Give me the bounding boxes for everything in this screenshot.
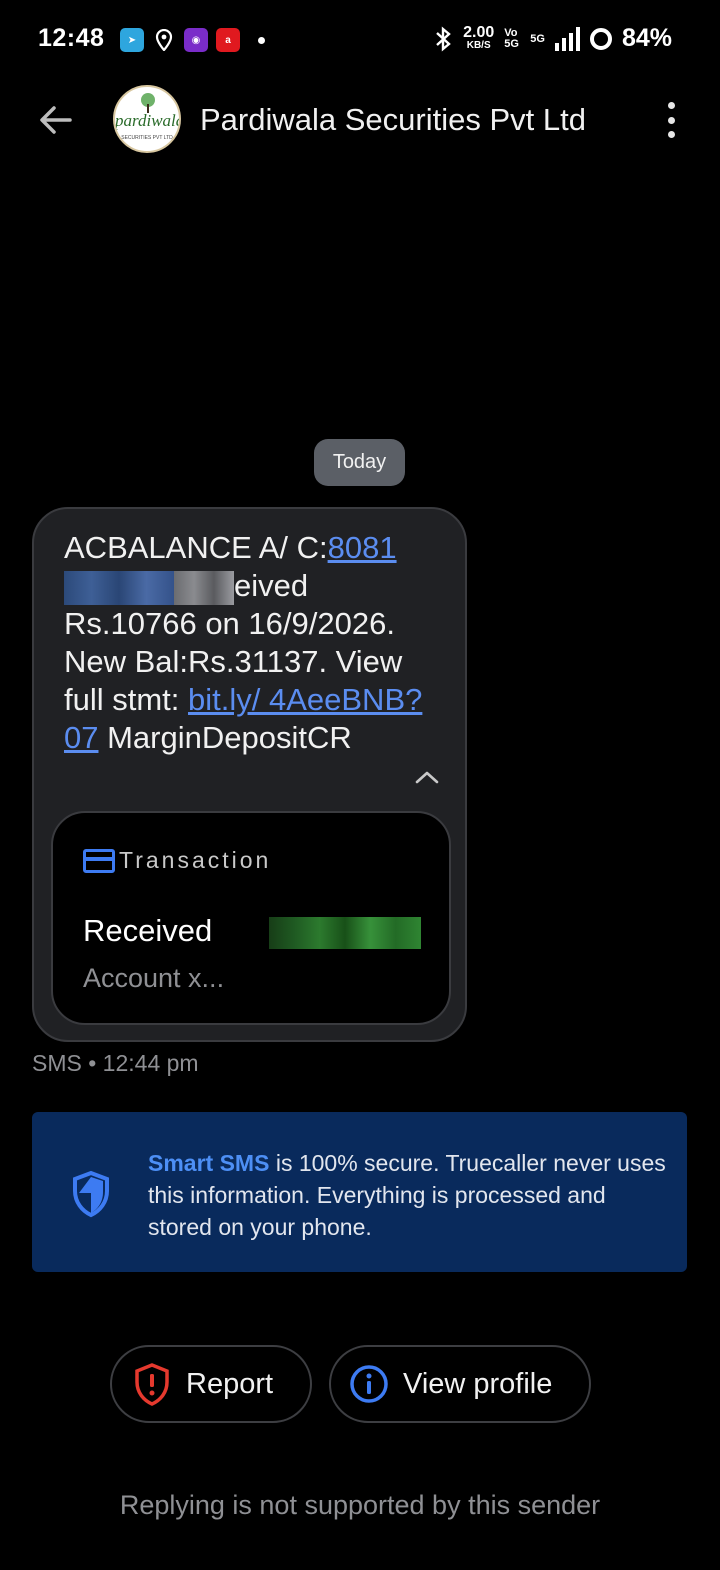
telegram-icon: ➤ <box>120 28 144 52</box>
date-chip: Today <box>314 439 405 486</box>
net-speed: 2.00 KB/S <box>463 23 495 52</box>
volte-label: Vo 5G <box>504 26 519 50</box>
report-shield-icon <box>135 1363 169 1406</box>
message-text: ACBALANCE A/ C:8081eived Rs.10766 on 16/… <box>64 529 434 757</box>
account-number-link[interactable]: 8081 <box>328 530 397 565</box>
net-speed-unit: KB/S <box>466 39 491 51</box>
net-speed-value: 2.00 <box>463 23 495 41</box>
arrow-left-icon <box>40 106 72 134</box>
redacted-block <box>64 570 174 605</box>
transaction-account: Account x... <box>83 963 225 993</box>
chevron-up-icon[interactable] <box>414 769 440 785</box>
signal-icon <box>554 26 580 51</box>
shield-icon <box>73 1170 109 1218</box>
notification-dot-icon <box>258 36 265 44</box>
smart-sms-text: Smart SMS is 100% secure. Truecaller nev… <box>148 1147 668 1243</box>
message-part1: ACBALANCE A/ C: <box>64 530 328 565</box>
reply-unsupported-notice: Replying is not supported by this sender <box>119 1490 601 1520</box>
message-bubble[interactable]: ACBALANCE A/ C:8081eived Rs.10766 on 16/… <box>32 507 467 1042</box>
status-right: 2.00 KB/S Vo 5G 5G 84% <box>433 24 672 53</box>
redacted-block <box>174 570 234 605</box>
avatar-subtext: SECURITIES PVT LTD <box>121 135 173 141</box>
location-icon <box>152 28 176 52</box>
sender-name[interactable]: Pardiwala Securities Pvt Ltd <box>200 102 586 138</box>
transaction-status: Received <box>83 913 213 948</box>
more-options-button[interactable] <box>660 102 682 138</box>
status-time: 12:48 <box>38 24 105 52</box>
redacted-amount <box>269 917 421 949</box>
battery-icon <box>589 27 612 50</box>
view-profile-button[interactable]: View profile <box>329 1345 591 1423</box>
smart-sms-info: Smart SMS is 100% secure. Truecaller nev… <box>32 1112 687 1272</box>
sender-avatar[interactable]: pardiwala SECURITIES PVT LTD <box>113 85 181 153</box>
view-profile-label: View profile <box>403 1367 553 1400</box>
status-left-icons: ➤ ◉ a <box>120 28 265 52</box>
battery-percent: 84% <box>621 24 672 52</box>
report-label: Report <box>186 1367 274 1400</box>
report-button[interactable]: Report <box>110 1345 312 1423</box>
app-icon: ◉ <box>184 28 208 52</box>
credit-card-icon <box>83 849 115 873</box>
back-button[interactable] <box>34 98 78 142</box>
smart-sms-highlight: Smart SMS <box>148 1150 270 1176</box>
avatar-text: pardiwala <box>115 111 181 130</box>
transaction-card[interactable]: Transaction Received Account x... <box>51 811 451 1025</box>
info-icon <box>350 1365 388 1403</box>
message-meta: SMS • 12:44 pm <box>32 1050 199 1076</box>
transaction-label: Transaction <box>119 847 272 873</box>
bluetooth-icon <box>436 25 451 52</box>
airtel-icon: a <box>216 28 240 52</box>
network-label: 5G <box>530 32 545 45</box>
message-part3: MarginDepositCR <box>98 720 352 755</box>
